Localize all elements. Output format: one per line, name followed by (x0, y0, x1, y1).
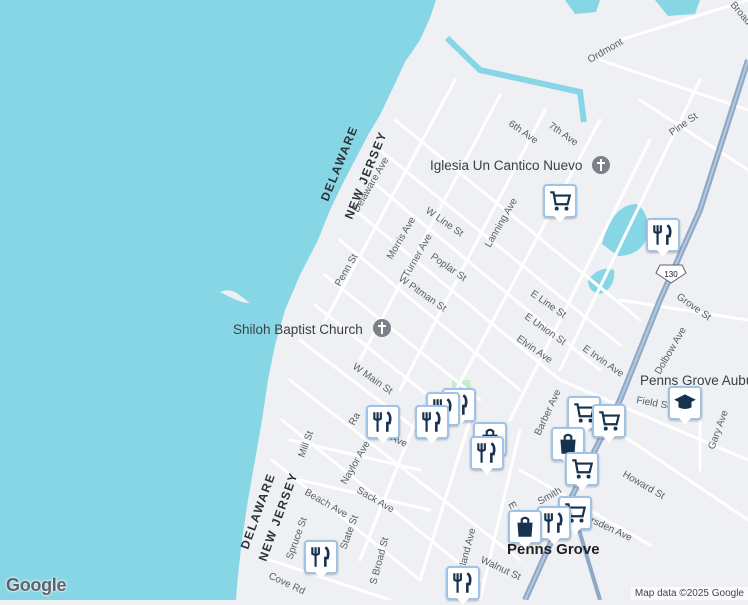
grocery-pin[interactable] (592, 404, 626, 443)
fork-knife-icon (373, 411, 392, 432)
restaurant-pin[interactable] (415, 405, 449, 444)
fork-knife-icon (453, 572, 472, 593)
restaurant-pin[interactable] (537, 506, 571, 545)
map-attribution[interactable]: Map data ©2025 Google (630, 587, 748, 600)
google-logo[interactable]: Google (6, 575, 67, 596)
grocery-pin[interactable] (565, 452, 599, 491)
cart-icon (572, 459, 594, 479)
grocery-pin[interactable] (543, 184, 577, 223)
place-label-shiloh: Shiloh Baptist Church (233, 322, 363, 337)
map-canvas[interactable]: 130 DELAWARE NEW JERSEY DELAWARE NEW JER… (0, 0, 748, 600)
graduation-cap-icon (674, 394, 696, 409)
fork-knife-icon (311, 546, 330, 567)
shopping-pin[interactable] (508, 510, 542, 549)
restaurant-pin[interactable] (304, 540, 338, 579)
fork-knife-icon (544, 512, 563, 533)
restaurant-pin[interactable] (646, 218, 680, 257)
cart-icon (550, 191, 572, 211)
shopping-bag-icon (517, 516, 533, 537)
fork-knife-icon (477, 442, 496, 463)
cart-icon (599, 411, 621, 431)
place-label-iglesia: Iglesia Un Cantico Nuevo (430, 158, 582, 173)
route-130-shield-text: 130 (664, 270, 678, 279)
fork-knife-icon (653, 224, 672, 245)
fork-knife-icon (422, 411, 441, 432)
school-pin[interactable] (668, 386, 702, 425)
restaurant-pin[interactable] (366, 405, 400, 444)
restaurant-pin[interactable] (470, 436, 504, 475)
restaurant-pin[interactable] (446, 566, 480, 605)
